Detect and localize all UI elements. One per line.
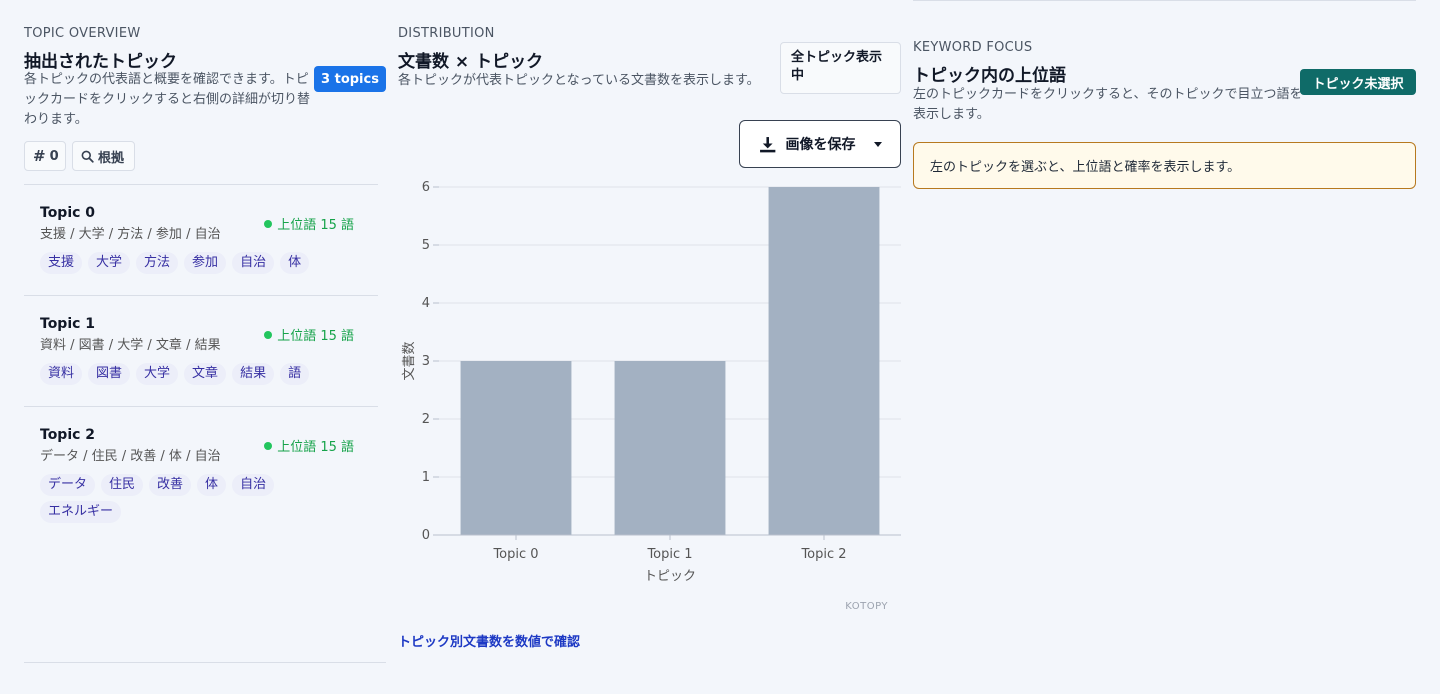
keyword-chip: 図書 bbox=[88, 363, 131, 385]
keyword-chip: 改善 bbox=[149, 474, 192, 496]
keyword-chip: データ bbox=[40, 474, 96, 496]
x-tick-label: Topic 1 bbox=[646, 547, 692, 562]
distribution-title: 文書数 × トピック bbox=[398, 52, 544, 72]
keyword-chip: 自治 bbox=[232, 252, 275, 274]
keyword-chip: 資料 bbox=[40, 363, 83, 385]
y-tick-label: 3 bbox=[422, 354, 430, 369]
keyword-chips: 資料 図書 大学 文章 結果 語 bbox=[40, 363, 330, 385]
chart-watermark: KOTOPY bbox=[845, 601, 888, 612]
keyword-chips: データ 住民 改善 体 自治 エネルギー bbox=[40, 474, 330, 523]
topic-overview-panel: TOPIC OVERVIEW 抽出されたトピック 各トピックの代表語と概要を確認… bbox=[24, 26, 386, 663]
y-tick-label: 2 bbox=[422, 412, 430, 427]
topic-status: 上位語 15 語 bbox=[264, 214, 354, 233]
y-axis-ticks: 0 1 2 3 4 5 6 bbox=[422, 180, 439, 543]
y-tick-label: 4 bbox=[422, 296, 430, 311]
keyword-chip: 結果 bbox=[232, 363, 275, 385]
view-counts-link[interactable]: トピック別文書数を数値で確認 bbox=[398, 631, 580, 650]
keyword-chip: 体 bbox=[280, 252, 310, 274]
overview-title: 抽出されたトピック bbox=[24, 52, 177, 72]
y-tick-label: 1 bbox=[422, 470, 430, 485]
overview-eyebrow: TOPIC OVERVIEW bbox=[24, 26, 141, 41]
keyword-chip: 語 bbox=[280, 363, 310, 385]
keyword-title: トピック内の上位語 bbox=[913, 66, 1066, 86]
topic-status-text: 上位語 15 語 bbox=[277, 329, 354, 344]
topic-status: 上位語 15 語 bbox=[264, 436, 354, 455]
topic-card[interactable]: Topic 2 データ / 住民 / 改善 / 体 / 自治 上位語 15 語 … bbox=[24, 407, 378, 539]
topic-list: Topic 0 支援 / 大学 / 方法 / 参加 / 自治 上位語 15 語 … bbox=[24, 184, 378, 539]
keyword-focus-panel: KEYWORD FOCUS トピック内の上位語 左のトピックカードをクリックする… bbox=[913, 0, 1416, 200]
y-tick-label: 6 bbox=[422, 180, 430, 195]
y-tick-label: 5 bbox=[422, 238, 430, 253]
selection-notice: 左のトピックを選ぶと、上位語と確率を表示します。 bbox=[913, 142, 1416, 189]
y-tick-label: 0 bbox=[422, 528, 430, 543]
save-image-label: 画像を保存 bbox=[785, 137, 856, 153]
x-axis-label: トピック bbox=[644, 569, 696, 584]
chart-bar[interactable] bbox=[614, 361, 726, 535]
evidence-button[interactable]: 根拠 bbox=[72, 141, 135, 171]
keyword-chip: 自治 bbox=[232, 474, 275, 496]
chart-bars bbox=[460, 187, 880, 535]
keyword-chip: 文章 bbox=[184, 363, 227, 385]
keyword-eyebrow: KEYWORD FOCUS bbox=[913, 40, 1033, 55]
y-axis-label: 文書数 bbox=[402, 341, 417, 380]
distribution-eyebrow: DISTRIBUTION bbox=[398, 26, 495, 41]
distribution-panel: DISTRIBUTION 文書数 × トピック 各トピックが代表トピックとなって… bbox=[398, 26, 901, 666]
hash-icon: # bbox=[33, 147, 46, 165]
show-all-topics-toggle[interactable]: 全トピック表示中 bbox=[780, 42, 901, 94]
keyword-chip: 方法 bbox=[136, 252, 179, 274]
status-dot-icon bbox=[264, 330, 273, 339]
keyword-chip: 大学 bbox=[136, 363, 179, 385]
download-icon bbox=[759, 136, 775, 152]
hash-count: 0 bbox=[49, 148, 59, 164]
keyword-description: 左のトピックカードをクリックすると、そのトピックで目立つ語を表示します。 bbox=[913, 87, 1303, 122]
keyword-chips: 支援 大学 方法 参加 自治 体 bbox=[40, 252, 330, 274]
topic-status-text: 上位語 15 語 bbox=[277, 218, 354, 233]
topic-count-badge: 3 topics bbox=[314, 66, 386, 92]
topic-card[interactable]: Topic 1 資料 / 図書 / 大学 / 文章 / 結果 上位語 15 語 … bbox=[24, 296, 378, 407]
topic-distribution-chart: 0 1 2 3 4 5 6 Topic 0 Topic 1 Topic 2 トピック 文書数 K… bbox=[402, 180, 901, 612]
keyword-chip: 住民 bbox=[101, 474, 144, 496]
topic-card[interactable]: Topic 0 支援 / 大学 / 方法 / 参加 / 自治 上位語 15 語 … bbox=[24, 185, 378, 296]
distribution-description: 各トピックが代表トピックとなっている文書数を表示します。 bbox=[398, 73, 760, 88]
hash-filter-button[interactable]: # 0 bbox=[24, 141, 66, 171]
evidence-label: 根拠 bbox=[98, 150, 125, 166]
topic-status: 上位語 15 語 bbox=[264, 325, 354, 344]
chevron-down-icon bbox=[873, 141, 882, 147]
overview-description: 各トピックの代表語と概要を確認できます。トピックカードをクリックすると右側の詳細… bbox=[24, 72, 311, 127]
chart-bar[interactable] bbox=[768, 187, 880, 535]
keyword-chip: 参加 bbox=[184, 252, 227, 274]
save-image-button[interactable]: 画像を保存 bbox=[739, 120, 901, 168]
status-dot-icon bbox=[264, 441, 273, 450]
chart-bar[interactable] bbox=[460, 361, 572, 535]
x-tick-label: Topic 2 bbox=[800, 547, 846, 562]
keyword-chip: 大学 bbox=[88, 252, 131, 274]
keyword-chip: 支援 bbox=[40, 252, 83, 274]
x-tick-label: Topic 0 bbox=[492, 547, 538, 562]
x-axis-ticks: Topic 0 Topic 1 Topic 2 bbox=[492, 535, 847, 562]
keyword-chip: エネルギー bbox=[40, 501, 122, 523]
keyword-chip: 体 bbox=[197, 474, 227, 496]
selection-status-badge: トピック未選択 bbox=[1300, 69, 1416, 95]
topic-status-text: 上位語 15 語 bbox=[277, 440, 354, 455]
search-icon bbox=[81, 150, 94, 163]
status-dot-icon bbox=[264, 219, 273, 228]
